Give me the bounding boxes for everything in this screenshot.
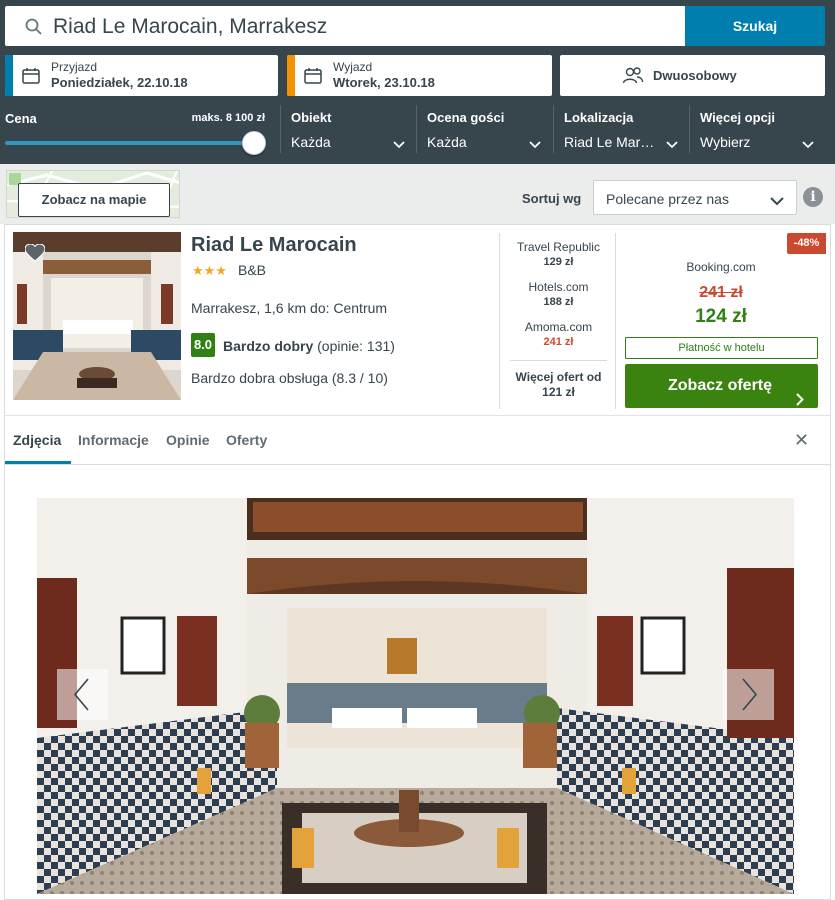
hotel-thumbnail[interactable] <box>13 232 181 400</box>
best-offer-price: 124 zł <box>695 306 747 327</box>
calendar-icon <box>22 68 40 89</box>
close-icon[interactable]: ✕ <box>794 430 809 451</box>
favorite-heart-icon[interactable] <box>24 243 46 267</box>
offer-provider: Amoma.com <box>524 320 593 334</box>
filter-property-type[interactable]: Obiekt Każda <box>280 105 415 153</box>
filter-value: Wybierz <box>700 134 751 150</box>
sort-select[interactable]: Polecane przez nas <box>593 180 797 215</box>
rating-score-badge[interactable]: 8.0 <box>191 333 215 357</box>
hotel-location[interactable]: Marrakesz, 1,6 km do: Centrum <box>191 300 387 316</box>
more-offers-link[interactable]: Więcej ofert od 121 zł <box>500 370 617 400</box>
more-offers-price: 121 zł <box>542 385 575 399</box>
offer-item[interactable]: Hotels.com 188 zł <box>500 280 617 308</box>
filter-value: Każda <box>427 134 467 150</box>
sort-bar: Zobacz na mapie Sortuj wg Polecane przez… <box>0 164 835 224</box>
filter-location[interactable]: Lokalizacja Riad Le Mar… <box>553 105 687 153</box>
view-deal-button[interactable]: Zobacz ofertę <box>625 364 818 408</box>
calendar-icon <box>304 68 322 89</box>
search-button[interactable]: Szukaj <box>685 6 825 46</box>
checkout-date: Wtorek, 23.10.18 <box>333 75 435 90</box>
price-max-value: maks. 8 100 zł <box>191 112 265 124</box>
sort-label: Sortuj wg <box>522 191 582 206</box>
filter-label: Obiekt <box>291 110 332 125</box>
rating-text: Bardzo dobry <box>223 338 314 354</box>
checkin-date: Poniedziałek, 22.10.18 <box>51 75 188 90</box>
active-tab-indicator <box>5 461 71 464</box>
best-offer-old-price: 241 zł <box>699 284 743 301</box>
room-type-field[interactable]: Dwuosobowy <box>560 55 825 96</box>
chevron-down-icon <box>529 136 541 154</box>
hotel-type: B&B <box>238 262 267 278</box>
gallery-prev-button[interactable] <box>57 669 108 720</box>
search-icon <box>25 18 42 40</box>
checkin-label: Przyjazd <box>51 60 98 74</box>
chevron-right-icon <box>742 678 758 711</box>
offer-price: 129 zł <box>543 256 574 268</box>
price-slider-track[interactable] <box>5 141 255 145</box>
show-map-button[interactable]: Zobacz na mapie <box>18 183 170 217</box>
info-icon[interactable]: i <box>803 187 823 207</box>
offer-provider: Hotels.com <box>528 280 589 294</box>
search-query: Riad Le Marocain, Marrakesz <box>53 15 328 38</box>
chevron-down-icon <box>770 193 784 211</box>
discount-badge: -48% <box>787 233 826 254</box>
alternative-offers: Travel Republic 129 zł Hotels.com 188 zł… <box>499 233 616 409</box>
view-deal-label: Zobacz ofertę <box>668 377 773 394</box>
filter-value: Każda <box>291 134 331 150</box>
photo-gallery <box>37 498 794 894</box>
tab-photos[interactable]: Zdjęcia <box>13 432 61 448</box>
hotel-name[interactable]: Riad Le Marocain <box>191 234 357 257</box>
sort-value: Polecane przez nas <box>606 191 729 207</box>
review-count: (opinie: 131) <box>317 338 395 354</box>
checkin-field[interactable]: Przyjazd Poniedziałek, 22.10.18 <box>5 55 278 96</box>
gallery-photo <box>37 498 794 894</box>
service-rating: Bardzo dobra obsługa (8.3 / 10) <box>191 370 388 386</box>
detail-tabs: Zdjęcia Informacje Opinie Oferty ✕ <box>5 415 830 465</box>
chevron-down-icon <box>666 136 678 154</box>
offer-item[interactable]: Travel Republic 129 zł <box>500 240 617 268</box>
more-offers-text: Więcej ofert od <box>515 370 602 384</box>
offer-provider: Travel Republic <box>517 240 600 254</box>
people-icon <box>622 66 644 89</box>
tab-info[interactable]: Informacje <box>78 432 149 448</box>
chevron-down-icon <box>802 136 814 154</box>
price-filter-label: Cena <box>5 111 37 126</box>
tab-offers[interactable]: Oferty <box>226 432 267 448</box>
filter-label: Lokalizacja <box>564 110 634 125</box>
offer-item[interactable]: Amoma.com 241 zł <box>500 320 617 348</box>
filter-bar: Cena maks. 8 100 zł Obiekt Każda Ocena g… <box>0 105 835 160</box>
tab-reviews[interactable]: Opinie <box>166 432 210 448</box>
chevron-down-icon <box>393 136 405 154</box>
checkout-field[interactable]: Wyjazd Wtorek, 23.10.18 <box>287 55 552 96</box>
best-offer-site: Booking.com <box>686 260 756 274</box>
offer-price: 188 zł <box>543 296 574 308</box>
filter-value: Riad Le Mar… <box>564 134 655 150</box>
map-preview[interactable]: Zobacz na mapie <box>6 170 180 218</box>
search-input[interactable]: Riad Le Marocain, Marrakesz <box>5 6 685 46</box>
offers-divider <box>510 360 607 361</box>
offer-price: 241 zł <box>543 336 574 348</box>
price-slider-handle[interactable] <box>242 131 266 155</box>
checkin-strip <box>5 55 13 96</box>
checkout-label: Wyjazd <box>333 60 373 74</box>
hotel-result-card: Riad Le Marocain ★★★ B&B Marrakesz, 1,6 … <box>4 224 831 900</box>
rating-summary[interactable]: Bardzo dobry (opinie: 131) <box>223 338 395 354</box>
filter-guest-rating[interactable]: Ocena gości Każda <box>416 105 550 153</box>
chevron-left-icon <box>73 678 89 711</box>
payment-at-hotel-badge: Płatność w hotelu <box>625 337 818 359</box>
filter-label: Więcej opcji <box>700 110 776 125</box>
search-header: Riad Le Marocain, Marrakesz Szukaj Przyj… <box>0 0 835 164</box>
filter-label: Ocena gości <box>427 110 505 125</box>
hotel-stars: ★★★ <box>192 263 227 278</box>
room-type-value: Dwuosobowy <box>653 68 737 83</box>
gallery-next-button[interactable] <box>723 669 774 720</box>
checkout-strip <box>287 55 295 96</box>
filter-more-options[interactable]: Więcej opcji Wybierz <box>689 105 824 153</box>
